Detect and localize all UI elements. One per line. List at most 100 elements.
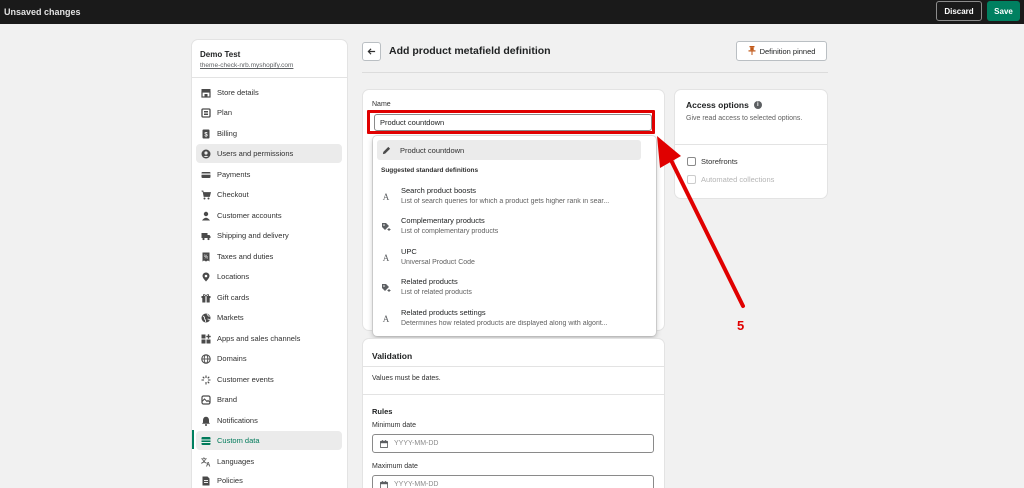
dropdown-option-complementary-products[interactable]: Complementary products List of complemen… (377, 213, 641, 243)
page-title: Add product metafield definition (389, 45, 551, 57)
back-button[interactable] (362, 42, 381, 61)
apps-icon (201, 333, 211, 344)
sidebar-item-label: Custom data (217, 436, 260, 445)
rules-heading: Rules (372, 407, 393, 416)
sidebar-item-customer-events[interactable]: Customer events (196, 370, 342, 389)
svg-text:%: % (204, 254, 209, 260)
sidebar-item-label: Plan (217, 108, 233, 117)
pencil-icon (381, 146, 391, 155)
translate-icon: 文A (201, 457, 211, 467)
globe-icon (201, 353, 211, 364)
brand-icon (201, 394, 211, 405)
sidebar-item-languages[interactable]: 文A Languages (196, 452, 342, 471)
dropdown-option-custom[interactable]: Product countdown (377, 140, 641, 160)
gift-icon (201, 293, 211, 303)
sidebar-item-store-details[interactable]: Store details (196, 83, 342, 102)
truck-icon (201, 231, 211, 241)
sidebar-item-users-and-permissions[interactable]: Users and permissions (196, 144, 342, 163)
discard-button[interactable]: Discard (936, 1, 982, 21)
user-circle-icon (201, 149, 211, 159)
bell-icon (201, 416, 211, 426)
sidebar-item-billing[interactable]: $ Billing (196, 124, 342, 143)
sidebar-item-custom-data[interactable]: Custom data (196, 431, 342, 450)
sidebar-item-label: Taxes and duties (217, 252, 274, 261)
header-divider (362, 72, 828, 73)
sidebar-item-label: Customer accounts (217, 211, 282, 220)
sidebar-item-taxes-and-duties[interactable]: % Taxes and duties (196, 247, 342, 266)
sidebar-item-policies[interactable]: Policies (196, 471, 342, 488)
sidebar-item-label: Domains (217, 354, 247, 363)
option-description: List of search queries for which a produ… (401, 198, 610, 205)
automated-collections-checkbox (687, 175, 696, 184)
store-icon (201, 88, 211, 98)
validation-divider (363, 394, 664, 395)
location-icon (201, 272, 211, 282)
sidebar-item-shipping-and-delivery[interactable]: Shipping and delivery (196, 226, 342, 245)
calendar-icon (380, 480, 388, 488)
info-icon[interactable]: i (753, 101, 762, 109)
sidebar-item-apps-and-sales-channels[interactable]: Apps and sales channels (196, 329, 342, 348)
definition-pinned-label: Definition pinned (759, 46, 816, 56)
storefronts-label: Storefronts (701, 157, 738, 166)
automated-collections-checkbox-row: Automated collections (687, 175, 774, 184)
minimum-date-label: Minimum date (372, 422, 416, 429)
maximum-date-input[interactable]: YYYY-MM-DD (372, 475, 654, 488)
option-description: List of complementary products (401, 228, 499, 235)
sidebar-item-markets[interactable]: Markets (196, 308, 342, 327)
sidebar-item-label: Store details (217, 88, 259, 97)
sidebar-item-domains[interactable]: Domains (196, 349, 342, 368)
dropdown-option-upc[interactable]: A UPC Universal Product Code (377, 244, 641, 274)
dropdown-option-related-products[interactable]: Related products List of related product… (377, 274, 641, 304)
option-description: List of related products (401, 289, 472, 296)
date-placeholder: YYYY-MM-DD (394, 481, 439, 488)
sidebar-item-checkout[interactable]: Checkout (196, 185, 342, 204)
store-name: Demo Test (200, 50, 241, 59)
globe-icon (201, 313, 211, 323)
maximum-date-label: Maximum date (372, 463, 418, 470)
sparkle-icon (201, 375, 211, 385)
annotation-highlight-box (367, 110, 655, 134)
date-placeholder: YYYY-MM-DD (394, 440, 439, 447)
automated-collections-label: Automated collections (701, 175, 775, 184)
database-icon (201, 436, 211, 446)
storefronts-checkbox[interactable] (687, 157, 696, 166)
sidebar-item-notifications[interactable]: Notifications (196, 411, 342, 430)
definition-pinned-button[interactable]: Definition pinned (736, 41, 827, 61)
dropdown-option-related-products-settings[interactable]: A Related products settings Determines h… (377, 305, 641, 335)
sidebar-item-label: Billing (217, 129, 238, 138)
dropdown-option-search-product-boosts[interactable]: A Search product boosts List of search q… (377, 183, 641, 213)
sidebar-item-label: Checkout (217, 190, 249, 199)
dropdown-option-label: Product countdown (400, 145, 465, 155)
sidebar-item-customer-accounts[interactable]: Customer accounts (196, 206, 342, 225)
product-reference-icon (381, 222, 391, 232)
validation-text: Values must be dates. (372, 375, 441, 382)
access-options-title: Access options i (686, 100, 762, 110)
pin-icon (748, 45, 756, 57)
sidebar-item-label: Apps and sales channels (217, 334, 301, 343)
sidebar-item-gift-cards[interactable]: Gift cards (196, 288, 342, 307)
annotation-step-number: 5 (737, 318, 745, 333)
sidebar-item-label: Brand (217, 395, 238, 404)
save-button[interactable]: Save (987, 1, 1020, 21)
minimum-date-input[interactable]: YYYY-MM-DD (372, 434, 654, 453)
billing-icon: $ (201, 129, 211, 139)
option-title: Related products (401, 277, 458, 286)
sidebar-item-payments[interactable]: Payments (196, 165, 342, 184)
product-reference-icon (381, 283, 391, 293)
option-title: Related products settings (401, 308, 486, 317)
store-url-link[interactable]: theme-check-nrb.myshopify.com (200, 62, 293, 69)
tax-icon: % (201, 252, 211, 262)
sidebar-item-brand[interactable]: Brand (196, 390, 342, 409)
sidebar-item-label: Policies (217, 476, 243, 485)
name-label: Name (372, 101, 391, 108)
cart-icon (201, 190, 211, 200)
sidebar-item-label: Users and permissions (217, 149, 294, 158)
sidebar-item-label: Markets (217, 313, 244, 322)
sidebar-item-plan[interactable]: Plan (196, 103, 342, 122)
access-options-label: Access options (686, 100, 749, 110)
storefronts-checkbox-row[interactable]: Storefronts (687, 157, 738, 166)
sidebar-item-label: Payments (217, 170, 251, 179)
sidebar-item-label: Gift cards (217, 293, 250, 302)
sidebar-item-label: Notifications (217, 416, 258, 425)
sidebar-item-locations[interactable]: Locations (196, 267, 342, 286)
